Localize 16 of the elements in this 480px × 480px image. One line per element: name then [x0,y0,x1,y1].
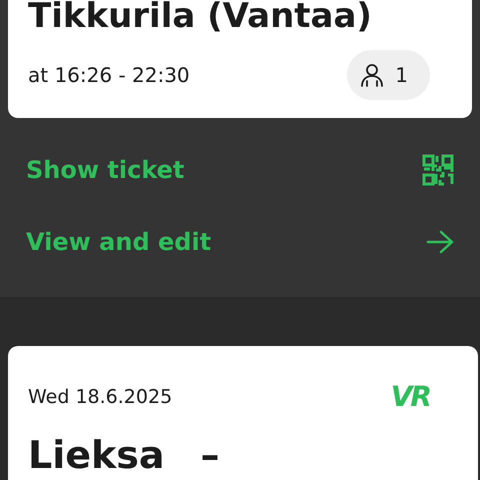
validity-time: at 16:26 - 22:30 [28,63,190,87]
travel-date: Wed 18.6.2025 [28,386,172,408]
route-dash: – [200,433,220,477]
destination-title: Tikkurila (Vantaa) [28,0,373,34]
passenger-count: 1 [395,63,408,87]
destination-title: Lieksa [28,433,165,477]
person-icon [359,63,386,87]
ticket-card[interactable]: Tikkurila (Vantaa) at 16:26 - 22:30 1 [8,0,472,118]
ticket-card[interactable]: Wed 18.6.2025 VR Lieksa – [8,346,478,480]
arrow-right-icon [426,230,454,254]
qr-code-icon [422,154,454,186]
action-row[interactable]: Show ticket [26,150,454,190]
action-label[interactable]: View and edit [26,228,212,256]
action-row[interactable]: View and edit [26,222,454,262]
action-label[interactable]: Show ticket [26,156,184,184]
vr-logo: VR [390,380,430,413]
